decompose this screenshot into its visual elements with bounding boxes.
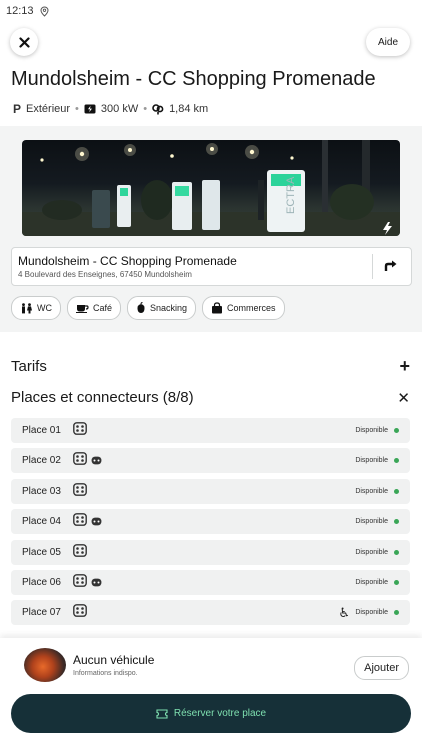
place-status: Disponible bbox=[355, 427, 388, 434]
place-status: Disponible bbox=[355, 457, 388, 465]
wheelchair-icon: ♿ bbox=[338, 605, 350, 621]
coffee-icon bbox=[76, 305, 89, 313]
place-connectors bbox=[73, 422, 87, 440]
status-dot bbox=[394, 428, 399, 433]
amenities-list: WC Café Snacking Commerces bbox=[11, 296, 285, 320]
connector-ccs-icon bbox=[73, 513, 87, 531]
amenity-chip-cafe: Café bbox=[67, 296, 122, 320]
connector-ccs-icon bbox=[73, 422, 87, 440]
place-row[interactable]: Place 02 Disponible bbox=[11, 448, 410, 474]
connector-ccs-icon bbox=[73, 543, 87, 562]
amenity-chip-wc: WC bbox=[11, 296, 61, 320]
status-dot bbox=[394, 579, 399, 585]
expand-plus-icon[interactable]: + bbox=[399, 356, 410, 377]
connector-ccs-icon bbox=[73, 574, 87, 592]
vehicle-image bbox=[24, 648, 66, 682]
amenity-label: WC bbox=[37, 303, 52, 313]
station-photo[interactable]: ECTRA bbox=[22, 140, 400, 236]
place-name: Place 06 bbox=[22, 576, 61, 588]
address-card[interactable]: Mundolsheim - CC Shopping Promenade 4 Bo… bbox=[11, 247, 412, 286]
address-line: 4 Boulevard des Enseignes, 67450 Mundols… bbox=[18, 270, 192, 279]
address-name: Mundolsheim - CC Shopping Promenade bbox=[18, 254, 237, 268]
status-dot bbox=[394, 488, 399, 494]
place-connectors bbox=[73, 452, 102, 470]
station-meta: P Extérieur • 300 kW • 1,84 km bbox=[13, 102, 208, 116]
status-bar: 12:13 bbox=[0, 0, 422, 22]
amenity-label: Snacking bbox=[150, 303, 188, 313]
place-name: Place 03 bbox=[22, 485, 61, 497]
vehicle-subtitle: Informations indispo. bbox=[73, 670, 138, 677]
meta-separator: • bbox=[143, 103, 148, 115]
directions-arrow-icon[interactable] bbox=[381, 256, 401, 276]
places-label: Places et connecteurs (8/8) bbox=[11, 389, 194, 406]
place-connectors bbox=[73, 604, 87, 622]
connector-ccs-icon bbox=[73, 452, 87, 470]
status-dot bbox=[394, 519, 399, 525]
page-title: Mundolsheim - CC Shopping Promenade bbox=[11, 68, 376, 90]
parking-icon: P bbox=[13, 102, 22, 116]
vehicle-title: Aucun véhicule bbox=[73, 653, 155, 667]
place-name: Place 05 bbox=[22, 546, 61, 558]
location-pin-icon bbox=[40, 5, 49, 17]
amenity-label: Café bbox=[93, 303, 113, 313]
place-name: Place 04 bbox=[22, 516, 61, 528]
snack-icon bbox=[137, 302, 145, 313]
connector-ccs-icon bbox=[73, 482, 87, 501]
add-vehicle-button[interactable]: Ajouter bbox=[354, 656, 409, 680]
distance-icon bbox=[152, 103, 164, 115]
shopping-bag-icon bbox=[212, 302, 223, 314]
place-connectors bbox=[73, 482, 87, 501]
place-row[interactable]: Place 04 Disponible bbox=[11, 509, 410, 535]
connector-type2-icon bbox=[91, 452, 102, 470]
bolt-box-icon bbox=[84, 104, 96, 114]
ticket-icon bbox=[156, 708, 168, 719]
place-connectors bbox=[73, 543, 87, 562]
station-photo-illustration: ECTRA bbox=[22, 140, 400, 236]
station-power: 300 kW bbox=[100, 103, 139, 115]
meta-separator: • bbox=[75, 103, 79, 115]
reserve-label: Réserver votre place bbox=[173, 708, 267, 719]
bottom-panel: Aucun véhicule Informations indispo. Ajo… bbox=[0, 638, 422, 750]
place-name: Place 07 bbox=[22, 607, 61, 619]
station-distance: 1,84 km bbox=[169, 103, 209, 115]
reserve-button[interactable]: Réserver votre place bbox=[11, 694, 411, 733]
place-row[interactable]: Place 03 Disponible bbox=[11, 478, 410, 504]
amenity-chip-commerces: Commerces bbox=[202, 296, 285, 320]
place-connectors bbox=[73, 574, 102, 592]
status-dot bbox=[394, 549, 399, 555]
place-name: Place 01 bbox=[22, 425, 61, 436]
amenity-label: Commerces bbox=[227, 303, 276, 313]
place-row[interactable]: Place 07 ♿ Disponible bbox=[11, 600, 410, 626]
address-divider bbox=[372, 254, 373, 279]
place-status: Disponible bbox=[355, 518, 388, 526]
status-dot bbox=[394, 458, 399, 464]
help-button[interactable]: Aide bbox=[365, 28, 410, 56]
amenity-chip-snacking: Snacking bbox=[127, 296, 197, 320]
top-bar: Aide bbox=[0, 28, 422, 58]
tarifs-section-header[interactable]: Tarifs + bbox=[11, 356, 410, 377]
place-status: Disponible bbox=[355, 548, 388, 556]
connector-type2-icon bbox=[91, 513, 102, 531]
place-row[interactable]: Place 01 Disponible bbox=[11, 418, 410, 443]
connector-ccs-icon bbox=[73, 604, 87, 622]
place-row[interactable]: Place 06 Disponible bbox=[11, 569, 410, 595]
close-icon bbox=[18, 36, 30, 48]
place-status: Disponible bbox=[355, 487, 388, 495]
place-name: Place 02 bbox=[22, 455, 61, 467]
wc-icon bbox=[22, 302, 32, 313]
location-type: Extérieur bbox=[26, 103, 71, 115]
places-list: Place 01 Disponible Place 02 Disponible Plac… bbox=[11, 418, 410, 631]
place-connectors bbox=[73, 513, 102, 531]
station-photo-brand: ECTRA bbox=[285, 176, 297, 214]
place-row[interactable]: Place 05 Disponible bbox=[11, 539, 410, 565]
places-section-header[interactable]: Places et connecteurs (8/8) ✕ bbox=[11, 389, 410, 407]
place-status: Disponible bbox=[355, 609, 388, 617]
tarifs-label: Tarifs bbox=[11, 358, 47, 375]
place-status: Disponible bbox=[355, 578, 388, 586]
close-button[interactable] bbox=[10, 28, 38, 56]
status-dot bbox=[394, 610, 399, 616]
collapse-close-icon[interactable]: ✕ bbox=[397, 389, 410, 407]
connector-type2-icon bbox=[91, 574, 102, 592]
status-time: 12:13 bbox=[6, 5, 34, 17]
